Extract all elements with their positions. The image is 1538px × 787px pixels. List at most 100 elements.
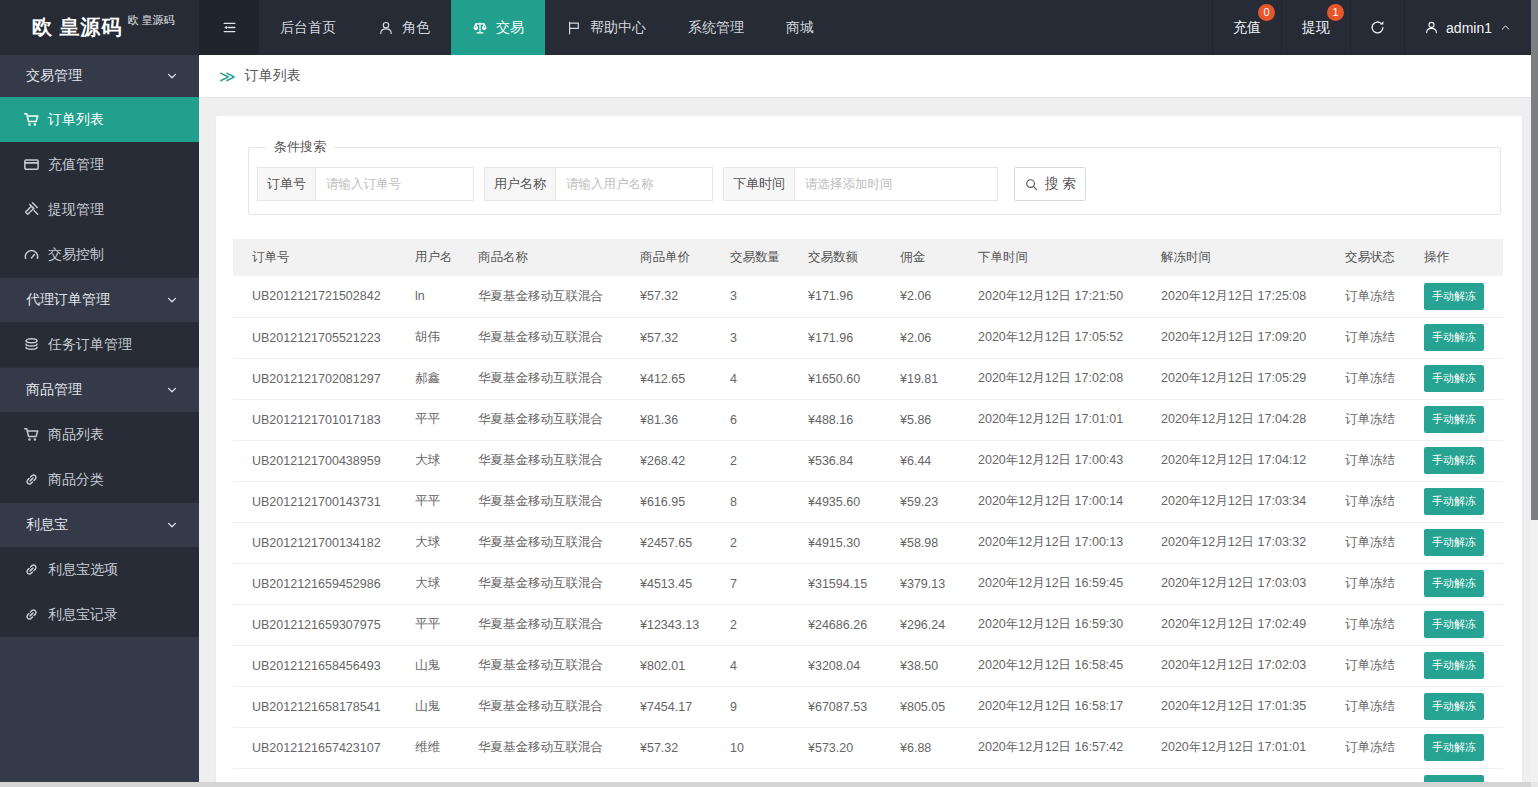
order-time-input[interactable] — [795, 167, 998, 201]
cell-empty — [959, 768, 1142, 782]
cell-user: 胡伟 — [396, 317, 459, 358]
table-row: UB2012121658456493山鬼华夏基金移动互联混合¥802.014¥3… — [233, 645, 1503, 686]
manual-unfreeze-button[interactable]: 手动解冻 — [1424, 365, 1484, 392]
sidebar-item-1-0[interactable]: 任务订单管理 — [0, 322, 199, 367]
cell-order-time: 2020年12月12日 17:02:08 — [959, 358, 1142, 399]
cell-empty — [1326, 768, 1405, 782]
cell-amount: ¥31594.15 — [789, 563, 881, 604]
cell-commission: ¥38.50 — [881, 645, 959, 686]
sidebar-item-label: 利息宝记录 — [48, 606, 118, 624]
vertical-scrollbar-thumb[interactable] — [1531, 0, 1538, 520]
cell-price: ¥616.95 — [621, 481, 711, 522]
vertical-scrollbar[interactable] — [1531, 0, 1538, 782]
app-logo-text: 欧 皇源码 — [32, 14, 123, 41]
recharge-menu-item[interactable]: 充值 0 — [1212, 0, 1281, 55]
sidebar-group-1[interactable]: 代理订单管理 — [0, 277, 199, 322]
manual-unfreeze-button[interactable]: 手动解冻 — [1424, 775, 1484, 782]
sidebar-item-label: 提现管理 — [48, 201, 104, 219]
sidebar-item-0-1[interactable]: 充值管理 — [0, 142, 199, 187]
horizontal-scrollbar[interactable] — [0, 782, 1531, 787]
sidebar-group-0[interactable]: 交易管理 — [0, 55, 199, 97]
manual-unfreeze-button[interactable]: 手动解冻 — [1424, 324, 1484, 351]
search-button[interactable]: 搜 索 — [1014, 167, 1086, 201]
cell-order-no: UB2012121700143731 — [233, 481, 396, 522]
cell-unfreeze-time: 2020年12月12日 17:01:35 — [1142, 686, 1326, 727]
column-header: 交易数量 — [711, 239, 789, 276]
manual-unfreeze-button[interactable]: 手动解冻 — [1424, 652, 1484, 679]
cell-amount: ¥1650.60 — [789, 358, 881, 399]
cell-order-no: UB2012121658178541 — [233, 686, 396, 727]
user-menu[interactable]: admin1 — [1404, 0, 1531, 55]
nav-item-0[interactable]: 后台首页 — [259, 0, 357, 55]
coins-icon — [23, 336, 40, 353]
sidebar-item-label: 订单列表 — [48, 111, 104, 129]
manual-unfreeze-button[interactable]: 手动解冻 — [1424, 734, 1484, 761]
cell-empty — [1142, 768, 1326, 782]
cell-order-time: 2020年12月12日 17:00:13 — [959, 522, 1142, 563]
cell-qty: 2 — [711, 440, 789, 481]
manual-unfreeze-button[interactable]: 手动解冻 — [1424, 447, 1484, 474]
refresh-button[interactable] — [1350, 0, 1404, 55]
manual-unfreeze-button[interactable]: 手动解冻 — [1424, 611, 1484, 638]
sidebar-item-2-1[interactable]: 商品分类 — [0, 457, 199, 502]
cell-action: 手动解冻 — [1405, 604, 1503, 645]
sidebar-toggle-button[interactable] — [199, 0, 259, 55]
cell-qty: 3 — [711, 317, 789, 358]
withdraw-menu-item[interactable]: 提现 1 — [1281, 0, 1350, 55]
cell-order-time: 2020年12月12日 16:58:17 — [959, 686, 1142, 727]
column-header: 用户名 — [396, 239, 459, 276]
cart-icon — [23, 426, 40, 443]
sidebar-item-2-0[interactable]: 商品列表 — [0, 412, 199, 457]
user-name-input[interactable] — [556, 167, 713, 201]
cell-price: ¥57.32 — [621, 276, 711, 317]
manual-unfreeze-button[interactable]: 手动解冻 — [1424, 488, 1484, 515]
nav-item-label: 后台首页 — [280, 19, 336, 37]
search-fieldset: 条件搜索 订单号 用户名称 下单时间 搜 索 — [248, 139, 1501, 215]
manual-unfreeze-button[interactable]: 手动解冻 — [1424, 570, 1484, 597]
manual-unfreeze-button[interactable]: 手动解冻 — [1424, 406, 1484, 433]
sidebar-item-3-1[interactable]: 利息宝记录 — [0, 592, 199, 637]
nav-item-3[interactable]: 帮助中心 — [545, 0, 667, 55]
sidebar-item-0-2[interactable]: 提现管理 — [0, 187, 199, 232]
cell-product: 华夏基金移动互联混合 — [459, 563, 621, 604]
sidebar-item-0-0[interactable]: 订单列表 — [0, 97, 199, 142]
flag-icon — [566, 20, 582, 36]
cell-unfreeze-time: 2020年12月12日 17:03:03 — [1142, 563, 1326, 604]
sidebar-item-label: 利息宝选项 — [48, 561, 118, 579]
manual-unfreeze-button[interactable]: 手动解冻 — [1424, 529, 1484, 556]
sidebar-item-0-3[interactable]: 交易控制 — [0, 232, 199, 277]
sidebar-item-3-0[interactable]: 利息宝选项 — [0, 547, 199, 592]
nav-item-5[interactable]: 商城 — [765, 0, 835, 55]
cell-commission: ¥5.86 — [881, 399, 959, 440]
cell-amount: ¥573.20 — [789, 727, 881, 768]
cell-order-time: 2020年12月12日 16:58:45 — [959, 645, 1142, 686]
scale-icon — [472, 20, 488, 36]
manual-unfreeze-button[interactable]: 手动解冻 — [1424, 283, 1484, 310]
sidebar-group-3[interactable]: 利息宝 — [0, 502, 199, 547]
cell-amount: ¥171.96 — [789, 276, 881, 317]
main-nav: 后台首页 角色交易 帮助中心 系统管理商城 — [259, 0, 835, 55]
cell-status: 订单冻结 — [1326, 276, 1405, 317]
cell-empty — [881, 768, 959, 782]
order-no-input[interactable] — [316, 167, 474, 201]
cell-product: 华夏基金移动互联混合 — [459, 399, 621, 440]
cell-action: 手动解冻 — [1405, 645, 1503, 686]
cell-order-no: UB2012121700134182 — [233, 522, 396, 563]
cell-product: 华夏基金移动互联混合 — [459, 358, 621, 399]
nav-item-4[interactable]: 系统管理 — [667, 0, 765, 55]
cell-qty: 10 — [711, 727, 789, 768]
manual-unfreeze-button[interactable]: 手动解冻 — [1424, 693, 1484, 720]
cell-price: ¥12343.13 — [621, 604, 711, 645]
cell-order-time: 2020年12月12日 16:59:45 — [959, 563, 1142, 604]
cell-user: 大球 — [396, 522, 459, 563]
sidebar-group-2[interactable]: 商品管理 — [0, 367, 199, 412]
cell-price: ¥412.65 — [621, 358, 711, 399]
chevron-down-icon — [165, 518, 179, 532]
nav-item-1[interactable]: 角色 — [357, 0, 451, 55]
cell-order-time: 2020年12月12日 16:57:42 — [959, 727, 1142, 768]
cell-user: 平平 — [396, 399, 459, 440]
nav-item-label: 帮助中心 — [590, 19, 646, 37]
link-icon — [23, 471, 40, 488]
cell-product: 华夏基金移动互联混合 — [459, 440, 621, 481]
nav-item-2[interactable]: 交易 — [451, 0, 545, 55]
